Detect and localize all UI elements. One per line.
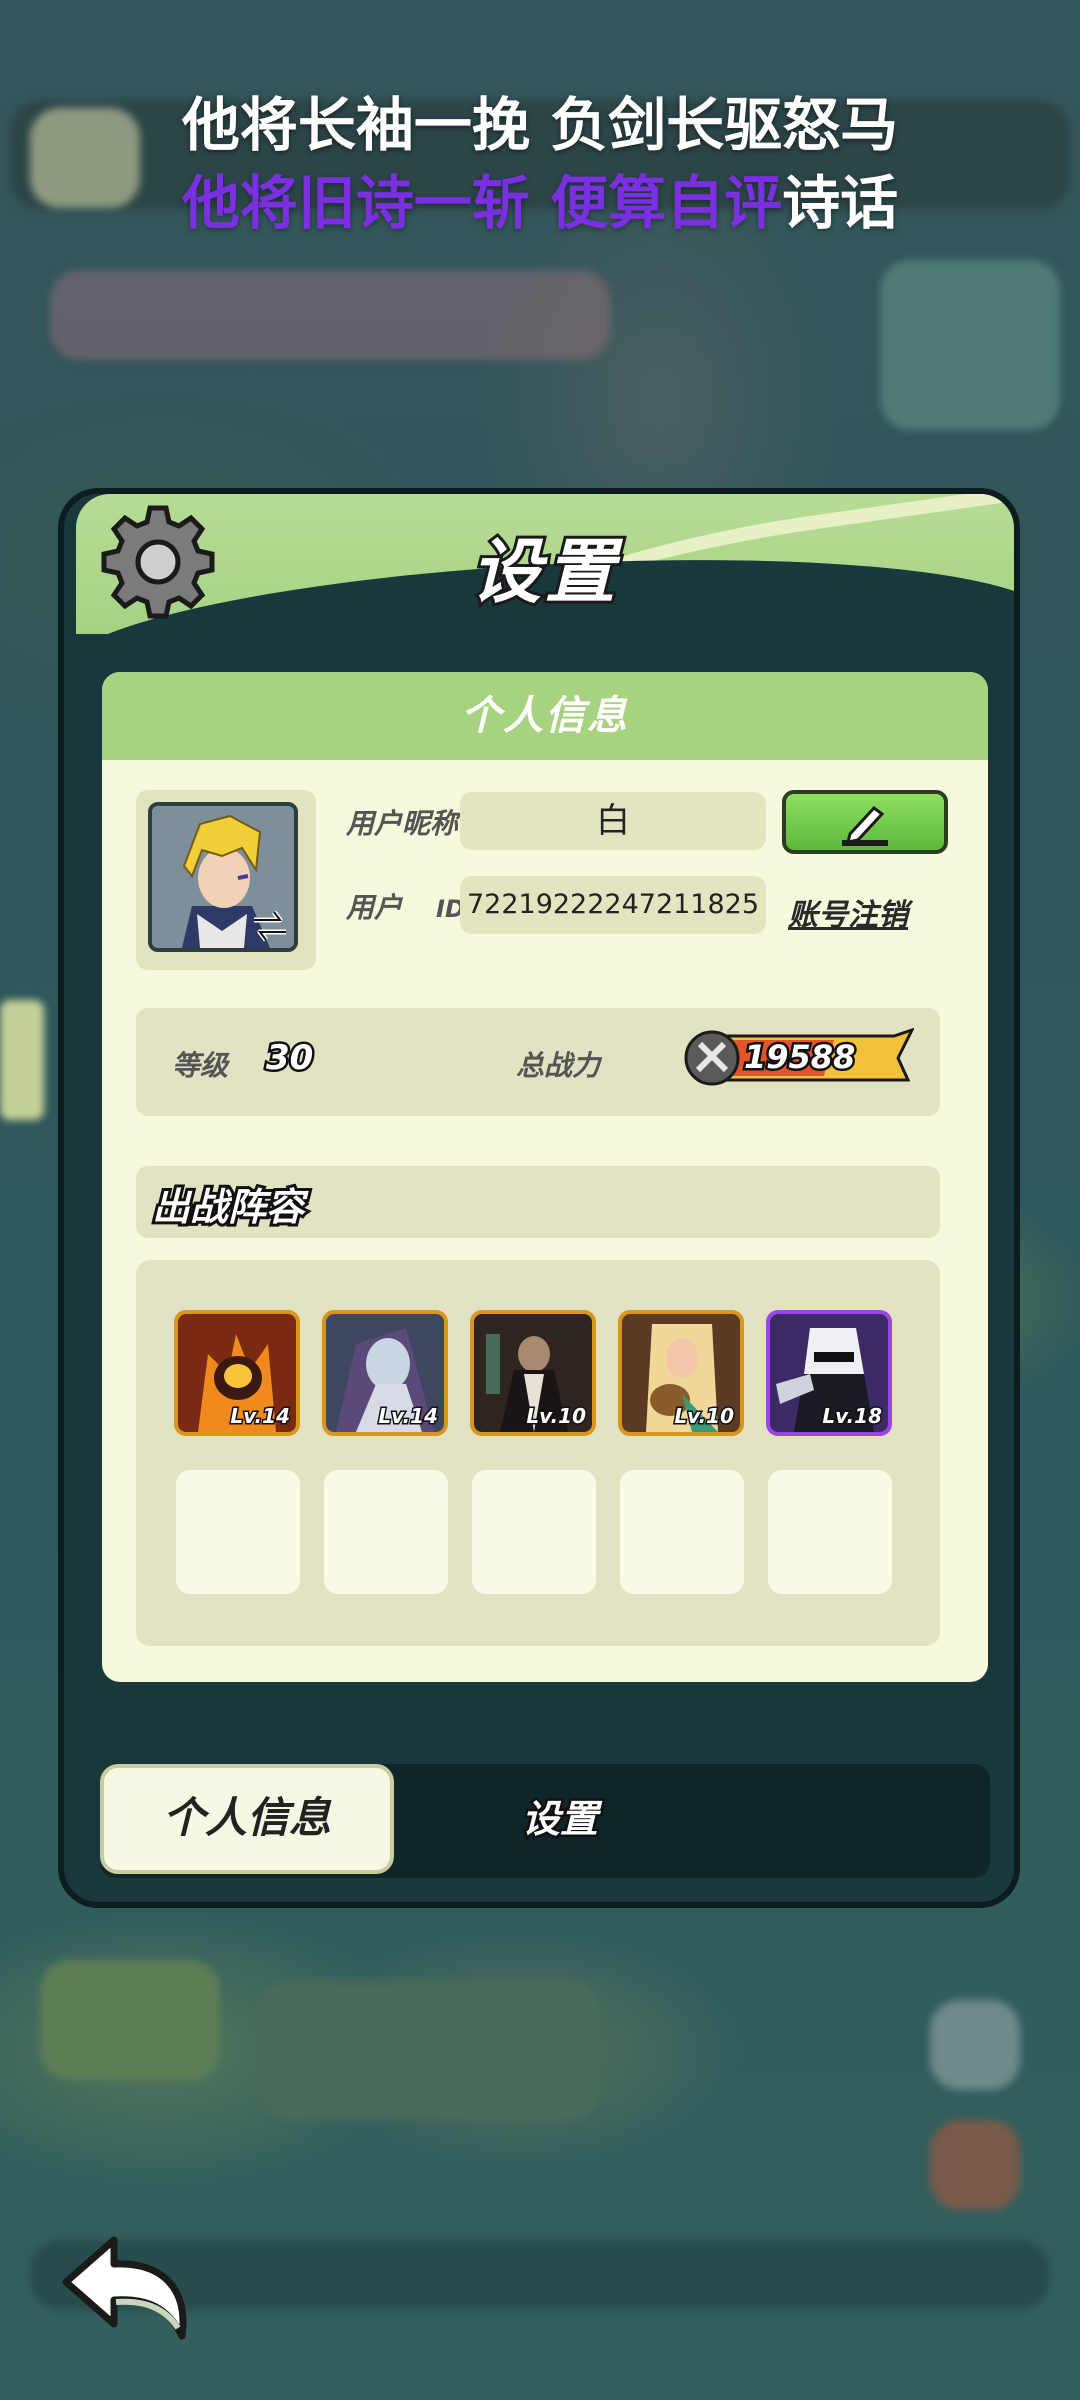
empty-slot-2[interactable] [324,1470,448,1594]
tab-settings[interactable]: 设置 [460,1764,660,1874]
hero-level: Lv.10 [673,1403,736,1430]
background-heroes-row [50,270,610,360]
lyrics-line-2-rest: 诗话 [782,169,899,237]
hero-slot-4[interactable]: Lv.10 [618,1310,744,1436]
lyrics-line-2: 他将旧诗一斩 便算自评诗话 [0,162,1080,244]
background-side-icon [930,2000,1020,2090]
hero-slot-2[interactable]: Lv.14 [322,1310,448,1436]
empty-slot-4[interactable] [620,1470,744,1594]
nickname-value: 白 [460,792,766,850]
hero-slot-3[interactable]: Lv.10 [470,1310,596,1436]
empty-slot-1[interactable] [176,1470,300,1594]
hero-level: Lv.18 [821,1403,884,1430]
hero-level: Lv.14 [377,1403,440,1430]
pencil-icon [842,805,888,846]
lineup-header: 出战阵容 [136,1166,940,1238]
user-id-value: 72219222247211825 [460,876,766,934]
background-side-device [0,1000,44,1120]
empty-slot-3[interactable] [472,1470,596,1594]
card-title: 个人信息 [102,672,988,760]
level-label: 等级 [172,1049,229,1082]
panel-title: 设置 [468,528,619,616]
power-label: 总战力 [516,1049,601,1082]
empty-slot-5[interactable] [768,1470,892,1594]
user-id-label-text: 用户 [346,891,403,924]
switch-avatar-icon[interactable] [250,908,290,944]
avatar[interactable] [148,802,298,952]
stats-row: 等级 30 总战力 19588 [136,1008,940,1116]
background-side-icon-2 [930,2120,1020,2210]
background-island-2 [40,1960,220,2080]
lineup-title: 出战阵容 [149,1182,307,1232]
user-id-label: 用户 ID [346,886,465,926]
power-badge: 19588 [684,1028,914,1088]
lyrics-line-1: 他将长袖一挽 负剑长驱怒马 [181,91,899,159]
personal-info-card: 个人信息 用户昵称 白 用户 ID 72219222247211825 账号注销… [102,672,988,1682]
background-minimap [880,260,1060,430]
lineup-grid: Lv.14 Lv.14 Lv.10 Lv.10 Lv.18 [136,1260,940,1646]
back-arrow-icon[interactable] [56,2232,196,2342]
hero-level: Lv.10 [525,1403,588,1430]
nickname-label: 用户昵称 [346,807,459,840]
tab-bar: 个人信息 设置 [100,1764,990,1878]
account-cancel-link[interactable]: 账号注销 [788,890,908,934]
hero-slot-5[interactable]: Lv.18 [766,1310,892,1436]
profile-section: 用户昵称 白 用户 ID 72219222247211825 账号注销 [136,790,956,970]
settings-panel: 设置 个人信息 用户昵称 白 用户 ID 72219222247211825 账… [58,488,1020,1908]
lyrics-line-2-highlight: 他将旧诗一斩 便算自评 [181,169,783,237]
background-island [260,1980,600,2120]
edit-nickname-button[interactable] [782,790,948,854]
hero-slot-1[interactable]: Lv.14 [174,1310,300,1436]
avatar-frame[interactable] [136,790,316,970]
lyrics-overlay: 他将长袖一挽 负剑长驱怒马 他将旧诗一斩 便算自评诗话 [0,88,1080,244]
power-value: 19588 [741,1036,857,1079]
hero-level: Lv.14 [229,1403,292,1430]
tab-personal-info[interactable]: 个人信息 [100,1764,394,1874]
level-value: 30 [263,1036,315,1081]
